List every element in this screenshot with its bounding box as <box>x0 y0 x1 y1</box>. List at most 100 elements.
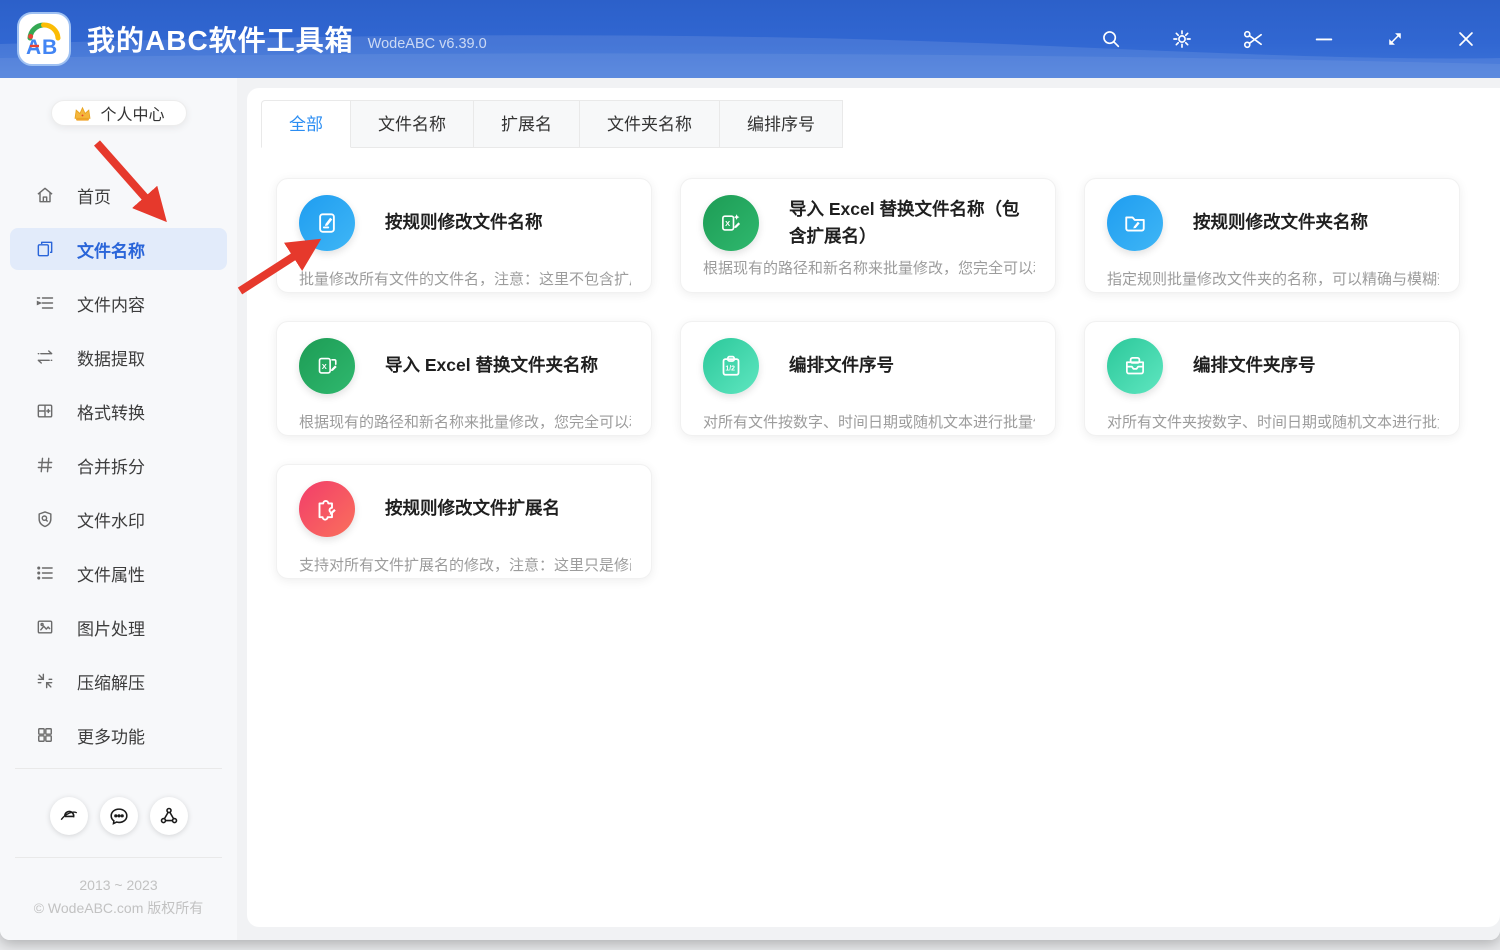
minimize-icon[interactable] <box>1312 27 1336 51</box>
search-icon[interactable] <box>1099 27 1123 51</box>
svg-text:X: X <box>725 219 730 228</box>
card-description: 对所有文件按数字、时间日期或随机文本进行批量修 <box>703 411 1035 432</box>
card-title: 按规则修改文件夹名称 <box>1193 209 1368 236</box>
sidebar-item-file-name[interactable]: 文件名称 <box>10 228 227 270</box>
card-excel-replace-file-names[interactable]: X 导入 Excel 替换文件名称（包含扩展名） 根据现有的路径和新名称来批量修… <box>680 178 1056 293</box>
tabbar: 全部 文件名称 扩展名 文件夹名称 编排序号 <box>261 100 1500 148</box>
sidebar-item-label: 压缩解压 <box>77 669 145 694</box>
copyright: 2013 ~ 2023 © WodeABC.com 版权所有 <box>0 858 237 940</box>
excel-replace-folder-icon: X <box>299 338 355 394</box>
format-convert-icon <box>34 400 56 422</box>
svg-text:B: B <box>42 36 57 59</box>
card-excel-replace-folder-names[interactable]: X 导入 Excel 替换文件夹名称 根据现有的路径和新名称来批量修改，您完全可… <box>276 321 652 436</box>
card-number-files[interactable]: 1/2 编排文件序号 对所有文件按数字、时间日期或随机文本进行批量修 <box>680 321 1056 436</box>
app-version: WodeABC v6.39.0 <box>368 36 487 52</box>
copyright-years: 2013 ~ 2023 <box>0 874 237 897</box>
card-title: 编排文件序号 <box>789 352 894 379</box>
edit-file-icon <box>299 195 355 251</box>
sidebar-item-file-attributes[interactable]: 文件属性 <box>10 552 227 594</box>
card-title: 按规则修改文件扩展名 <box>385 495 560 522</box>
tab-folder-name[interactable]: 文件夹名称 <box>580 100 720 148</box>
merge-split-icon <box>34 454 56 476</box>
sidebar-item-home[interactable]: 首页 <box>10 174 227 216</box>
sidebar-item-merge-split[interactable]: 合并拆分 <box>10 444 227 486</box>
feature-cards-grid: 按规则修改文件名称 批量修改所有文件的文件名，注意：这里不包含扩展 X <box>261 148 1500 579</box>
tab-sequence[interactable]: 编排序号 <box>720 100 843 148</box>
card-title: 按规则修改文件名称 <box>385 209 543 236</box>
file-content-icon <box>34 292 56 314</box>
sidebar-item-format-convert[interactable]: 格式转换 <box>10 390 227 432</box>
number-folders-icon <box>1107 338 1163 394</box>
share-icon[interactable] <box>150 797 188 835</box>
card-description: 支持对所有文件扩展名的修改，注意：这里只是修改 <box>299 554 631 575</box>
svg-text:X: X <box>322 362 327 371</box>
scissors-icon[interactable] <box>1241 27 1265 51</box>
data-extract-icon <box>34 346 56 368</box>
app-logo: A B <box>17 12 71 66</box>
sidebar-item-image-process[interactable]: 图片处理 <box>10 606 227 648</box>
sidebar-item-file-content[interactable]: 文件内容 <box>10 282 227 324</box>
chat-icon[interactable] <box>100 797 138 835</box>
sidebar-item-label: 图片处理 <box>77 615 145 640</box>
compress-icon <box>34 670 56 692</box>
main-area: 全部 文件名称 扩展名 文件夹名称 编排序号 <box>237 78 1500 940</box>
home-icon <box>34 184 56 206</box>
tab-extension[interactable]: 扩展名 <box>474 100 580 148</box>
app-title: 我的ABC软件工具箱 <box>87 19 354 59</box>
sidebar-footer: 2013 ~ 2023 © WodeABC.com 版权所有 <box>0 768 237 940</box>
ie-browser-icon[interactable] <box>50 797 88 835</box>
card-description: 根据现有的路径和新名称来批量修改，您完全可以利 <box>299 411 631 432</box>
card-rename-files[interactable]: 按规则修改文件名称 批量修改所有文件的文件名，注意：这里不包含扩展 <box>276 178 652 293</box>
sidebar-item-data-extract[interactable]: 数据提取 <box>10 336 227 378</box>
sidebar: 个人中心 首页 文件名称 <box>0 78 237 940</box>
titlebar: A B 我的ABC软件工具箱 WodeABC v6.39.0 <box>0 0 1500 78</box>
edit-folder-icon <box>1107 195 1163 251</box>
number-files-icon: 1/2 <box>703 338 759 394</box>
card-change-extensions[interactable]: 按规则修改文件扩展名 支持对所有文件扩展名的修改，注意：这里只是修改 <box>276 464 652 579</box>
sidebar-item-label: 文件属性 <box>77 561 145 586</box>
sidebar-item-label: 文件名称 <box>77 237 145 262</box>
card-title: 编排文件夹序号 <box>1193 352 1316 379</box>
svg-text:1/2: 1/2 <box>725 365 735 372</box>
sidebar-divider-footer-top <box>15 768 222 769</box>
content-panel: 全部 文件名称 扩展名 文件夹名称 编排序号 <box>247 88 1500 927</box>
watermark-icon <box>34 508 56 530</box>
sidebar-item-label: 文件内容 <box>77 291 145 316</box>
copyright-owner: © WodeABC.com 版权所有 <box>0 897 237 920</box>
more-features-icon <box>34 724 56 746</box>
tab-file-name[interactable]: 文件名称 <box>351 100 474 148</box>
card-description: 对所有文件夹按数字、时间日期或随机文本进行批量 <box>1107 411 1439 432</box>
window-controls <box>1099 27 1478 51</box>
card-description: 根据现有的路径和新名称来批量修改，您完全可以利 <box>703 257 1035 278</box>
svg-text:A: A <box>26 36 41 59</box>
sidebar-item-label: 合并拆分 <box>77 453 145 478</box>
crown-icon <box>72 103 93 124</box>
sidebar-item-watermark[interactable]: 文件水印 <box>10 498 227 540</box>
tab-all[interactable]: 全部 <box>261 100 351 148</box>
sidebar-item-label: 数据提取 <box>77 345 145 370</box>
personal-center-button[interactable]: 个人中心 <box>51 100 187 126</box>
card-description: 指定规则批量修改文件夹的名称，可以精确与模糊查 <box>1107 268 1439 289</box>
card-number-folders[interactable]: 编排文件夹序号 对所有文件夹按数字、时间日期或随机文本进行批量 <box>1084 321 1460 436</box>
card-description: 批量修改所有文件的文件名，注意：这里不包含扩展 <box>299 268 631 289</box>
card-rename-folders[interactable]: 按规则修改文件夹名称 指定规则批量修改文件夹的名称，可以精确与模糊查 <box>1084 178 1460 293</box>
close-icon[interactable] <box>1454 27 1478 51</box>
card-title: 导入 Excel 替换文件名称（包含扩展名） <box>789 196 1035 250</box>
app-window: A B 我的ABC软件工具箱 WodeABC v6.39.0 <box>0 0 1500 940</box>
sidebar-item-label: 更多功能 <box>77 723 145 748</box>
sidebar-nav: 首页 文件名称 文件内容 <box>0 162 237 768</box>
sidebar-item-label: 文件水印 <box>77 507 145 532</box>
image-process-icon <box>34 616 56 638</box>
sidebar-item-label: 首页 <box>77 183 111 208</box>
maximize-icon[interactable] <box>1383 27 1407 51</box>
edit-extension-icon <box>299 481 355 537</box>
card-title: 导入 Excel 替换文件夹名称 <box>385 352 598 379</box>
sidebar-item-compress[interactable]: 压缩解压 <box>10 660 227 702</box>
excel-replace-file-icon: X <box>703 195 759 251</box>
sidebar-item-more-features[interactable]: 更多功能 <box>10 714 227 756</box>
sidebar-item-label: 格式转换 <box>77 399 145 424</box>
settings-gear-icon[interactable] <box>1170 27 1194 51</box>
file-attributes-icon <box>34 562 56 584</box>
file-name-icon <box>34 238 56 260</box>
personal-center-label: 个人中心 <box>100 101 164 125</box>
